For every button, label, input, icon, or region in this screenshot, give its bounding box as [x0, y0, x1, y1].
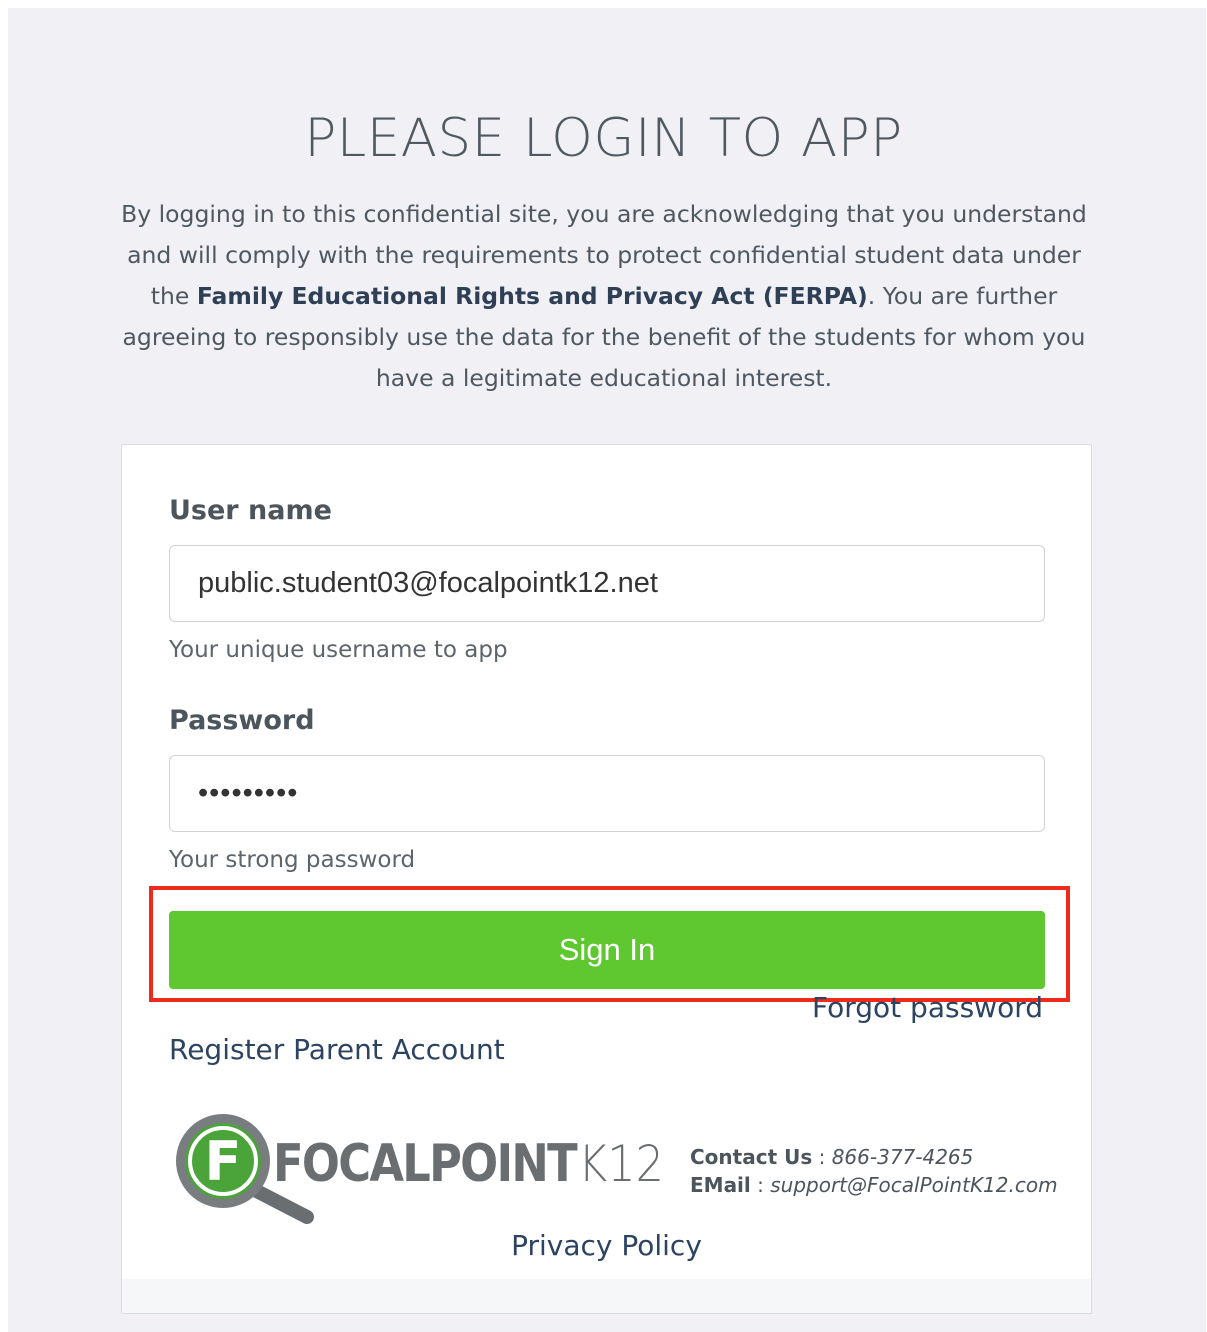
- contact-phone-row: Contact Us : 866-377-4265: [690, 1143, 1058, 1171]
- register-parent-account-link[interactable]: Register Parent Account: [169, 1033, 505, 1066]
- ferpa-notice: By logging in to this confidential site,…: [108, 194, 1100, 399]
- username-help-text: Your unique username to app: [169, 637, 508, 663]
- contact-info: Contact Us : 866-377-4265 EMail : suppor…: [690, 1143, 1058, 1199]
- contact-email-row: EMail : support@FocalPointK12.com: [690, 1171, 1058, 1199]
- logo-wordmark: FOCALPOINT: [273, 1134, 578, 1194]
- password-help-text: Your strong password: [169, 847, 416, 873]
- username-input[interactable]: [169, 545, 1045, 622]
- page-title: PLEASE LOGIN TO APP: [304, 108, 903, 169]
- username-label: User name: [169, 495, 332, 526]
- forgot-password-link[interactable]: Forgot password: [812, 991, 1043, 1024]
- contact-separator: :: [812, 1145, 832, 1169]
- login-card: User name Your unique username to app Pa…: [121, 444, 1092, 1314]
- logo-letter: F: [205, 1130, 242, 1193]
- contact-phone: 866-377-4265: [831, 1145, 974, 1169]
- privacy-policy-link[interactable]: Privacy Policy: [122, 1229, 1091, 1262]
- logo-wordmark-suffix: K12: [578, 1135, 664, 1193]
- signin-button[interactable]: Sign In: [169, 911, 1045, 989]
- ferpa-link[interactable]: Family Educational Rights and Privacy Ac…: [197, 282, 868, 310]
- focalpointk12-logo: F FOCALPOINT K12: [176, 1114, 664, 1224]
- password-input[interactable]: [169, 755, 1045, 832]
- contact-label: Contact Us: [690, 1145, 813, 1169]
- card-footer-band: [122, 1279, 1091, 1313]
- contact-email[interactable]: support@FocalPointK12.com: [770, 1173, 1057, 1197]
- email-label: EMail: [690, 1173, 751, 1197]
- password-label: Password: [169, 705, 315, 736]
- email-separator: :: [750, 1173, 771, 1197]
